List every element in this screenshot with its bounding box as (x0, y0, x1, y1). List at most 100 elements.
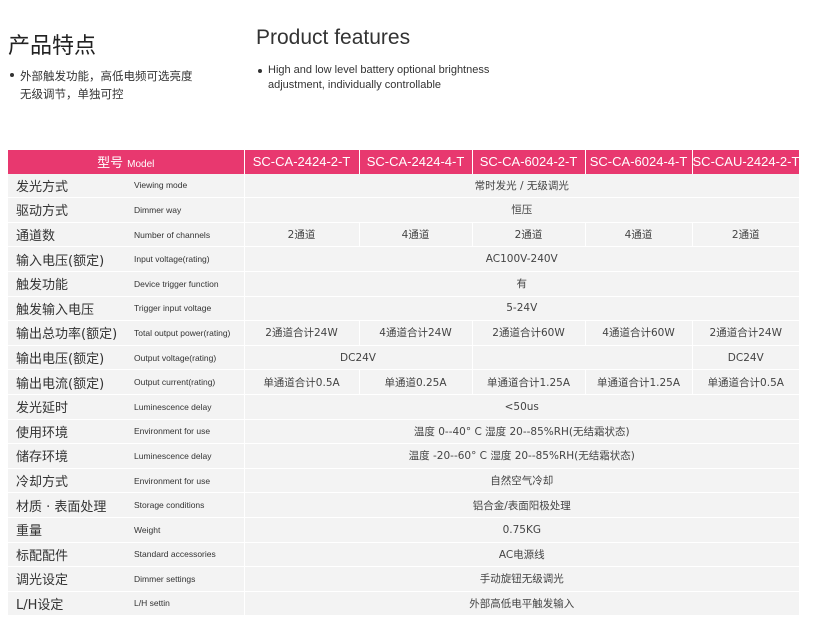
spec-value: 4通道 (358, 222, 473, 248)
spec-label-cn: 输出电流(额定) (8, 369, 134, 395)
spec-value: 2通道 (691, 222, 800, 248)
spec-value: 单通道合计1.25A (584, 369, 693, 395)
spec-value: 铝合金/表面阳极处理 (243, 492, 800, 518)
table-row: L/H设定 L/H settin 外部高低电平触发输入 (8, 591, 800, 617)
table-row: 输入电压(额定) Input voltage(rating) AC100V-240V (8, 246, 800, 272)
spec-value: 2通道合计24W (691, 320, 800, 346)
spec-value: 有 (243, 271, 800, 297)
table-row: 使用环境 Environment for use 温度 0--40° C 湿度 20… (8, 419, 800, 445)
spec-label-en: Storage conditions (134, 492, 245, 518)
spec-value (471, 345, 693, 371)
spec-label-cn: 储存环境 (8, 443, 134, 469)
spec-value: 单通道0.25A (358, 369, 473, 395)
spec-value: AC100V-240V (243, 246, 800, 272)
model-header: 型号 Model (8, 150, 245, 174)
spec-label-en: Device trigger function (134, 271, 245, 297)
spec-value: DC24V (243, 345, 473, 371)
spec-label-en: Weight (134, 517, 245, 543)
model-header-cn: 型号 (97, 155, 124, 171)
spec-table-body: 发光方式 Viewing mode 常时发光 / 无级调光 驱动方式 Dimmer wa… (8, 173, 800, 617)
spec-label-en: Output current(rating) (134, 369, 245, 395)
feature-text-en: High and low level battery optional brig… (268, 64, 490, 91)
spec-value: 0.75KG (243, 517, 800, 543)
spec-value: 4通道合计24W (358, 320, 473, 346)
spec-label-cn: 冷却方式 (8, 468, 134, 494)
spec-label-en: Dimmer way (134, 197, 245, 223)
spec-label-en: Dimmer settings (134, 566, 245, 592)
spec-value: 单通道合计0.5A (691, 369, 800, 395)
spec-value: 恒压 (243, 197, 800, 223)
spec-value: 2通道合计24W (243, 320, 360, 346)
spec-label-en: Standard accessories (134, 542, 245, 568)
spec-value: DC24V (691, 345, 800, 371)
model-name: SC-CA-6024-2-T (471, 150, 586, 174)
feature-bullet-en: High and low level battery optional brig… (258, 63, 528, 93)
spec-label-cn: 标配配件 (8, 542, 134, 568)
spec-label-cn: 使用环境 (8, 419, 134, 445)
feature-text-cn: 外部触发功能，高低电频可选亮度无级调节，单独可控 (20, 69, 193, 101)
spec-label-en: Luminescence delay (134, 443, 245, 469)
spec-label-en: L/H settin (134, 591, 245, 617)
spec-value: 温度 0--40° C 湿度 20--85%RH(无结霜状态) (243, 419, 800, 445)
spec-label-en: Output voltage(rating) (134, 345, 245, 371)
spec-value: 外部高低电平触发输入 (243, 591, 800, 617)
spec-label-cn: 通道数 (8, 222, 134, 248)
title-cn: 产品特点 (8, 34, 97, 59)
spec-label-cn: 输入电压(额定) (8, 246, 134, 272)
table-row: 标配配件 Standard accessories AC电源线 (8, 542, 800, 568)
spec-label-cn: 触发输入电压 (8, 296, 134, 322)
spec-value: 单通道合计0.5A (243, 369, 360, 395)
table-row: 触发功能 Device trigger function 有 (8, 271, 800, 297)
spec-value: 自然空气冷却 (243, 468, 800, 494)
spec-label-en: Environment for use (134, 468, 245, 494)
spec-label-cn: 重量 (8, 517, 134, 543)
spec-label-cn: 输出电压(额定) (8, 345, 134, 371)
spec-value: 温度 -20--60° C 湿度 20--85%RH(无结霜状态) (243, 443, 800, 469)
model-name: SC-CAU-2424-2-T (691, 150, 800, 174)
table-row: 触发输入电压 Trigger input voltage 5-24V (8, 296, 800, 322)
table-row: 发光延时 Luminescence delay <50us (8, 394, 800, 420)
spec-value: 2通道 (471, 222, 586, 248)
spec-label-en: Number of channels (134, 222, 245, 248)
spec-value: 手动旋钮无级调光 (243, 566, 800, 592)
title-en: Product features (256, 26, 411, 49)
spec-label-cn: 输出总功率(额定) (8, 320, 134, 346)
spec-value: 单通道合计1.25A (471, 369, 586, 395)
spec-label-cn: 发光延时 (8, 394, 134, 420)
table-row: 冷却方式 Environment for use 自然空气冷却 (8, 468, 800, 494)
spec-value: 常时发光 / 无级调光 (243, 173, 800, 199)
model-name: SC-CA-2424-2-T (243, 150, 360, 174)
table-row: 重量 Weight 0.75KG (8, 517, 800, 543)
spec-label-en: Environment for use (134, 419, 245, 445)
spec-table: 型号 Model SC-CA-2424-2-T SC-CA-2424-4-T SC… (8, 150, 800, 617)
spec-label-en: Total output power(rating) (134, 320, 245, 346)
table-row: 材质 · 表面处理 Storage conditions 铝合金/表面阳极处理 (8, 492, 800, 518)
spec-value: 4通道合计60W (584, 320, 693, 346)
table-row: 驱动方式 Dimmer way 恒压 (8, 197, 800, 223)
feature-bullet-cn: 外部触发功能，高低电频可选亮度无级调节，单独可控 (10, 67, 195, 103)
table-row: 调光设定 Dimmer settings 手动旋钮无级调光 (8, 566, 800, 592)
model-name: SC-CA-2424-4-T (358, 150, 473, 174)
spec-value: 2通道合计60W (471, 320, 586, 346)
spec-label-cn: L/H设定 (8, 591, 134, 617)
table-row: 输出电流(额定) Output current(rating) 单通道合计0.5A 单… (8, 369, 800, 395)
model-header-en: Model (127, 159, 155, 171)
table-row: 通道数 Number of channels 2通道 4通道 2通道 4通道 2通道 (8, 222, 800, 248)
table-header-row: 型号 Model SC-CA-2424-2-T SC-CA-2424-4-T SC… (8, 150, 800, 174)
table-row: 输出总功率(额定) Total output power(rating) 2通道合计… (8, 320, 800, 346)
spec-label-cn: 驱动方式 (8, 197, 134, 223)
spec-label-en: Trigger input voltage (134, 296, 245, 322)
model-name: SC-CA-6024-4-T (584, 150, 693, 174)
spec-value: 2通道 (243, 222, 360, 248)
spec-label-cn: 材质 · 表面处理 (8, 492, 134, 518)
spec-value: AC电源线 (243, 542, 800, 568)
spec-label-en: Luminescence delay (134, 394, 245, 420)
bullet-dot-icon (10, 73, 14, 77)
bullet-dot-icon (258, 69, 262, 73)
spec-value: 4通道 (584, 222, 693, 248)
spec-label-cn: 触发功能 (8, 271, 134, 297)
spec-label-cn: 发光方式 (8, 173, 134, 199)
spec-label-en: Viewing mode (134, 173, 245, 199)
table-row: 储存环境 Luminescence delay 温度 -20--60° C 湿度 2… (8, 443, 800, 469)
spec-value: 5-24V (243, 296, 800, 322)
